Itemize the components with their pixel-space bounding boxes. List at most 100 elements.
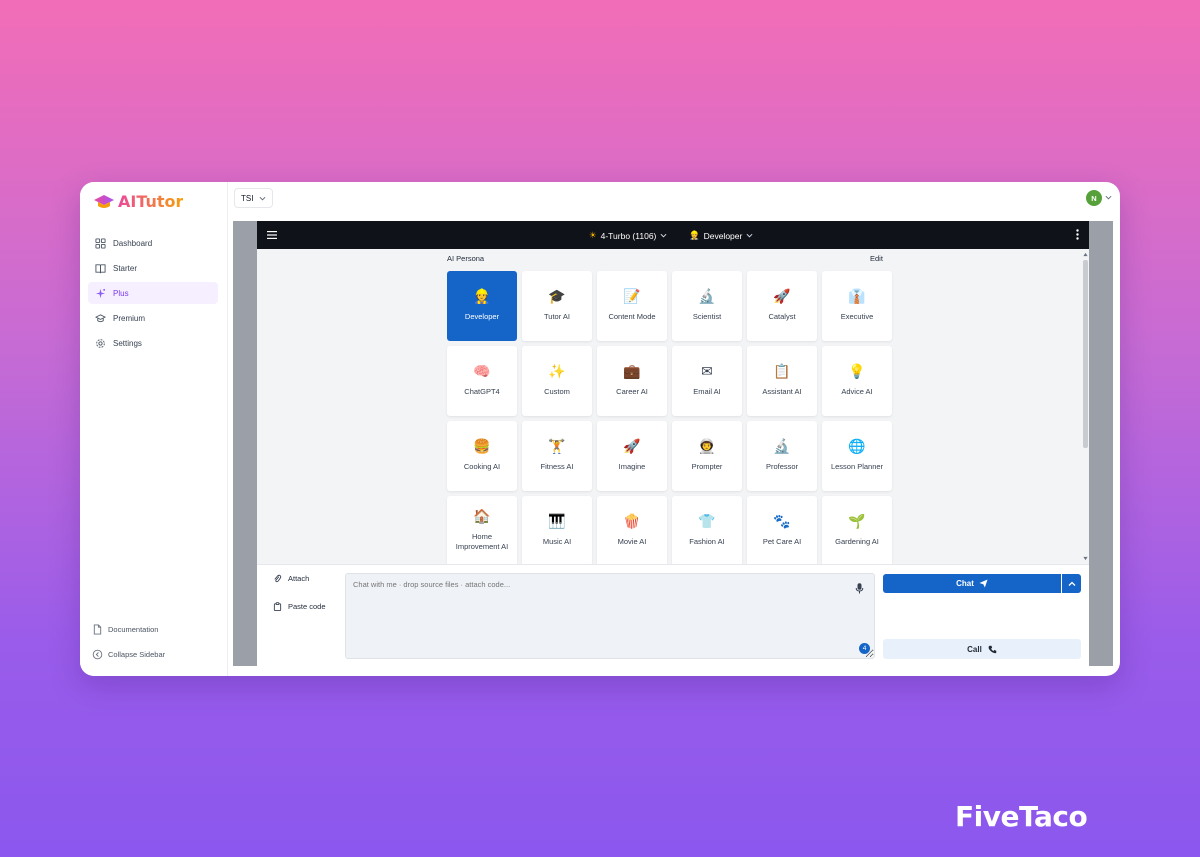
sidebar-nav: Dashboard Starter Plus Premium Settings — [88, 232, 218, 357]
persona-card-fashion-ai[interactable]: 👕 Fashion AI — [672, 496, 742, 564]
sidebar-item-settings[interactable]: Settings — [88, 332, 218, 354]
persona-card-fitness-ai[interactable]: 🏋 Fitness AI — [522, 421, 592, 491]
persona-icon: 🌱 — [848, 513, 866, 530]
chat-input[interactable] — [345, 573, 875, 659]
persona-select[interactable]: 👷 Developer — [689, 230, 753, 241]
persona-card-home-improvement-ai[interactable]: 🏠 Home Improvement AI — [447, 496, 517, 564]
scroll-down-arrow-icon[interactable] — [1083, 556, 1088, 561]
microphone-icon[interactable] — [855, 583, 864, 594]
persona-label: Movie AI — [617, 536, 647, 546]
persona-icon: 👕 — [698, 513, 716, 530]
sidebar-item-premium[interactable]: Premium — [88, 307, 218, 329]
chevron-down-icon — [259, 196, 266, 201]
persona-card-prompter[interactable]: 👨‍🚀 Prompter — [672, 421, 742, 491]
persona-icon: 🎹 — [548, 513, 566, 530]
developer-icon: 👷 — [689, 230, 700, 240]
persona-label: Music AI — [542, 536, 572, 546]
avatar[interactable]: N — [1086, 190, 1102, 206]
persona-card-email-ai[interactable]: ✉ Email AI — [672, 346, 742, 416]
paperclip-icon — [274, 574, 282, 583]
sidebar-item-label: Dashboard — [113, 238, 153, 248]
persona-label: Fitness AI — [540, 461, 574, 471]
persona-icon: 🔬 — [698, 288, 716, 305]
gear-icon — [96, 338, 105, 348]
attach-button[interactable]: Attach — [273, 574, 309, 583]
sidebar: AITutor Dashboard Starter Plus Premium S… — [80, 182, 228, 676]
persona-panel-title: AI Persona — [447, 254, 485, 263]
persona-card-imagine[interactable]: 🚀 Imagine — [597, 421, 667, 491]
persona-card-custom[interactable]: ✨ Custom — [522, 346, 592, 416]
persona-label: Executive — [840, 311, 874, 321]
persona-card-tutor-ai[interactable]: 🎓 Tutor AI — [522, 271, 592, 341]
model-select[interactable]: ☀ 4-Turbo (1106) — [589, 230, 667, 241]
persona-card-professor[interactable]: 🔬 Professor — [747, 421, 817, 491]
sidebar-item-starter[interactable]: Starter — [88, 257, 218, 279]
persona-icon: 🏋 — [548, 438, 566, 455]
persona-label: ChatGPT4 — [464, 386, 500, 396]
persona-label: Content Mode — [608, 311, 656, 321]
edit-personas-button[interactable]: Edit — [870, 254, 883, 263]
workspace-select[interactable]: TSI — [234, 188, 274, 208]
persona-icon: 🚀 — [773, 288, 791, 305]
chevron-down-icon — [746, 233, 753, 238]
persona-card-developer[interactable]: 👷 Developer — [447, 271, 517, 341]
persona-card-advice-ai[interactable]: 💡 Advice AI — [822, 346, 892, 416]
persona-icon: 💼 — [623, 363, 641, 380]
persona-card-assistant-ai[interactable]: 📋 Assistant AI — [747, 346, 817, 416]
persona-label: Lesson Planner — [830, 461, 884, 471]
graduation-cap-icon — [95, 313, 106, 322]
persona-card-catalyst[interactable]: 🚀 Catalyst — [747, 271, 817, 341]
book-icon — [95, 263, 106, 273]
scroll-up-arrow-icon[interactable] — [1083, 252, 1088, 257]
chat-button[interactable]: Chat — [883, 574, 1061, 593]
persona-icon: 🐾 — [773, 513, 791, 530]
persona-card-music-ai[interactable]: 🎹 Music AI — [522, 496, 592, 564]
chevron-down-icon[interactable] — [1105, 194, 1112, 201]
kebab-menu-icon[interactable] — [1076, 229, 1079, 240]
scrollbar-thumb[interactable] — [1083, 260, 1088, 448]
persona-icon: ✉ — [701, 363, 713, 380]
documentation-link[interactable]: Documentation — [92, 618, 222, 640]
persona-label: Gardening AI — [835, 536, 879, 546]
scrollbar[interactable] — [1081, 249, 1089, 564]
call-button[interactable]: Call — [883, 639, 1081, 659]
sidebar-item-plus[interactable]: Plus — [88, 282, 218, 304]
chevron-up-icon — [1068, 581, 1075, 586]
model-value: 4-Turbo (1106) — [600, 230, 657, 241]
persona-label: Fashion AI — [689, 536, 725, 546]
app-logo[interactable]: AITutor — [94, 192, 183, 211]
paste-code-button[interactable]: Paste code — [273, 602, 326, 611]
persona-card-scientist[interactable]: 🔬 Scientist — [672, 271, 742, 341]
persona-card-lesson-planner[interactable]: 🌐 Lesson Planner — [822, 421, 892, 491]
chat-app: ☀ 4-Turbo (1106) 👷 Developer AI Persona … — [257, 221, 1089, 666]
persona-card-cooking-ai[interactable]: 🍔 Cooking AI — [447, 421, 517, 491]
persona-grid: 👷 Developer 🎓 Tutor AI 📝 Content Mode 🔬 Scienti… — [447, 271, 893, 564]
persona-card-pet-care-ai[interactable]: 🐾 Pet Care AI — [747, 496, 817, 564]
persona-card-gardening-ai[interactable]: 🌱 Gardening AI — [822, 496, 892, 564]
persona-icon: 🏠 — [473, 508, 491, 525]
sidebar-item-label: Premium — [113, 313, 146, 323]
documentation-label: Documentation — [108, 624, 159, 634]
persona-icon: 📋 — [773, 363, 791, 380]
hamburger-menu-icon[interactable] — [267, 231, 277, 239]
sidebar-item-dashboard[interactable]: Dashboard — [88, 232, 218, 254]
persona-icon: 🌐 — [848, 438, 866, 455]
persona-icon: ✨ — [548, 363, 566, 380]
persona-card-content-mode[interactable]: 📝 Content Mode — [597, 271, 667, 341]
persona-label: Imagine — [618, 461, 646, 471]
persona-icon: 👔 — [848, 288, 866, 305]
clipboard-icon — [273, 602, 282, 611]
persona-card-chatgpt4[interactable]: 🧠 ChatGPT4 — [447, 346, 517, 416]
sun-icon: ☀ — [589, 230, 597, 240]
send-icon — [979, 579, 988, 588]
persona-card-career-ai[interactable]: 💼 Career AI — [597, 346, 667, 416]
collapse-sidebar-button[interactable]: Collapse Sidebar — [92, 643, 222, 665]
call-button-label: Call — [967, 644, 982, 654]
sparkles-icon — [95, 288, 106, 298]
persona-card-movie-ai[interactable]: 🍿 Movie AI — [597, 496, 667, 564]
chat-options-button[interactable] — [1062, 574, 1081, 593]
persona-icon: 🍿 — [623, 513, 641, 530]
persona-label: Developer — [464, 311, 500, 321]
persona-card-executive[interactable]: 👔 Executive — [822, 271, 892, 341]
attach-label: Attach — [288, 574, 310, 583]
